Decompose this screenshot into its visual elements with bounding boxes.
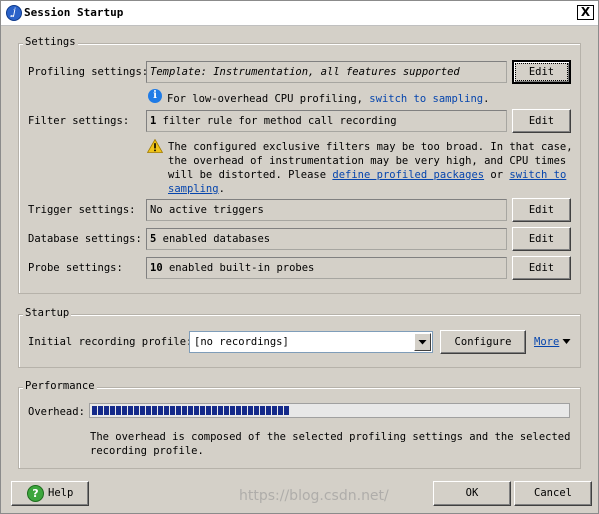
progress-segment [194, 406, 199, 415]
configure-button[interactable]: Configure [440, 330, 526, 354]
initial-recording-profile-label: Initial recording profile: [28, 336, 193, 348]
switch-to-sampling-link[interactable]: switch to sampling [369, 93, 483, 105]
progress-segment [98, 406, 103, 415]
progress-segment [158, 406, 163, 415]
performance-group-title: Performance [23, 380, 97, 392]
close-button[interactable]: X [577, 5, 594, 20]
settings-group-title: Settings [23, 36, 78, 48]
progress-segment [272, 406, 277, 415]
progress-segment [164, 406, 169, 415]
help-icon: ? [27, 485, 44, 502]
probe-settings-field: 10 enabled built-in probes [146, 257, 507, 279]
trigger-edit-button[interactable]: Edit [512, 198, 571, 222]
sampling-link[interactable]: sampling [168, 183, 219, 195]
cancel-button[interactable]: Cancel [514, 481, 592, 506]
recording-profile-dropdown[interactable]: [no recordings] [189, 331, 433, 353]
filter-settings-value: filter rule for method call recording [156, 115, 397, 127]
startup-group-title: Startup [23, 307, 72, 319]
session-startup-dialog: ʝ Session Startup X Settings Profiling s… [0, 0, 599, 514]
progress-segment [140, 406, 145, 415]
trigger-settings-label: Trigger settings: [28, 204, 136, 216]
profiling-settings-field: Template: Instrumentation, all features … [146, 61, 507, 83]
recording-profile-selected: [no recordings] [194, 336, 289, 348]
progress-segment [242, 406, 247, 415]
progress-segment [230, 406, 235, 415]
trigger-settings-field: No active triggers [146, 199, 507, 221]
progress-segment [152, 406, 157, 415]
sampling-info: For low-overhead CPU profiling, switch t… [167, 93, 490, 105]
filter-edit-button[interactable]: Edit [512, 109, 571, 133]
database-settings-value: enabled databases [156, 233, 271, 245]
define-profiled-packages-link[interactable]: define profiled packages [332, 169, 484, 181]
progress-segment [224, 406, 229, 415]
switch-to-sampling-warning-link[interactable]: switch to [509, 169, 566, 181]
overhead-progress-bar [89, 403, 570, 418]
progress-segment [128, 406, 133, 415]
progress-segment [218, 406, 223, 415]
info-icon: i [148, 89, 162, 103]
progress-segment [176, 406, 181, 415]
probe-edit-button[interactable]: Edit [512, 256, 571, 280]
progress-segment [110, 406, 115, 415]
progress-segment [200, 406, 205, 415]
progress-segment [92, 406, 97, 415]
window-title: Session Startup [24, 6, 124, 19]
profiling-settings-value: Template: Instrumentation, all features … [150, 66, 460, 78]
profiling-settings-label: Profiling settings: [28, 66, 149, 78]
app-icon: ʝ [6, 5, 22, 21]
title-bar: ʝ Session Startup X [1, 1, 598, 26]
probe-count: 10 [150, 262, 163, 274]
progress-segment [206, 406, 211, 415]
filter-settings-label: Filter settings: [28, 115, 130, 127]
profiling-edit-button[interactable]: Edit [512, 60, 571, 84]
watermark: https://blog.csdn.net/ [239, 488, 389, 504]
progress-segment [236, 406, 241, 415]
filter-warning-text: The configured exclusive filters may be … [168, 141, 573, 195]
progress-segment [134, 406, 139, 415]
progress-segment [104, 406, 109, 415]
progress-segment [146, 406, 151, 415]
overhead-label: Overhead: [28, 406, 85, 418]
progress-segment [170, 406, 175, 415]
database-settings-field: 5 enabled databases [146, 228, 507, 250]
help-button[interactable]: ? Help [11, 481, 89, 506]
progress-segment [254, 406, 259, 415]
progress-segment [212, 406, 217, 415]
overhead-progress-fill [92, 406, 289, 415]
probe-settings-value: enabled built-in probes [162, 262, 315, 274]
progress-segment [188, 406, 193, 415]
ok-button[interactable]: OK [433, 481, 511, 506]
performance-description: The overhead is composed of the selected… [90, 431, 571, 457]
database-settings-label: Database settings: [28, 233, 142, 245]
progress-segment [122, 406, 127, 415]
progress-segment [278, 406, 283, 415]
progress-segment [266, 406, 271, 415]
progress-segment [260, 406, 265, 415]
trigger-settings-value: No active triggers [150, 204, 264, 216]
more-chevron-down-icon[interactable] [562, 338, 571, 345]
dropdown-arrow-icon[interactable] [414, 333, 431, 351]
progress-segment [248, 406, 253, 415]
filter-settings-field: 1 filter rule for method call recording [146, 110, 507, 132]
help-button-label: Help [48, 487, 74, 499]
warning-icon [147, 139, 163, 153]
progress-segment [116, 406, 121, 415]
probe-settings-label: Probe settings: [28, 262, 123, 274]
database-edit-button[interactable]: Edit [512, 227, 571, 251]
more-link[interactable]: More [534, 336, 559, 348]
progress-segment [284, 406, 289, 415]
progress-segment [182, 406, 187, 415]
